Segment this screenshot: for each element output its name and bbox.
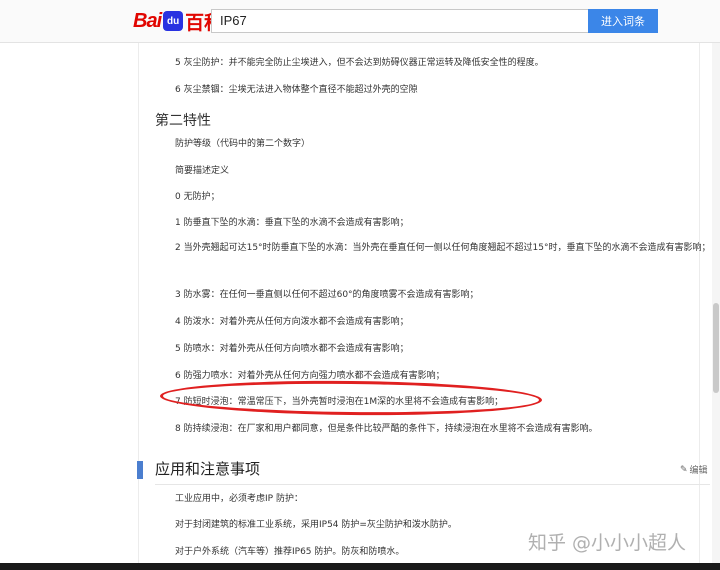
paragraph-water-6: 6 防强力喷水：对着外壳从任何方向强力喷水都不会造成有害影响；: [175, 371, 445, 381]
enter-entry-button[interactable]: 进入词条: [588, 9, 658, 33]
baidu-baike-logo[interactable]: Bai du 百科: [133, 8, 223, 34]
paragraph-dust-5: 5 灰尘防护：并不能完全防止尘埃进入，但不会达到妨碍仪器正常运转及降低安全性的程…: [175, 58, 544, 68]
scrollbar-thumb[interactable]: [713, 303, 719, 393]
paragraph-water-0: 0 无防护；: [175, 192, 220, 202]
paragraph-app-3: 对于户外系统（汽车等）推荐IP65 防护。防灰和防喷水。: [175, 547, 405, 557]
paw-icon: du: [163, 11, 184, 31]
paragraph-water-1: 1 防垂直下坠的水滴：垂直下坠的水滴不会造成有害影响；: [175, 218, 409, 228]
section-accent-bar: [137, 461, 143, 479]
edit-link[interactable]: ✎ 编辑: [680, 463, 708, 477]
paragraph-water-3: 3 防水雾：在任何一垂直侧以任何不超过60°的角度喷雾不会造成有害影响；: [175, 290, 479, 300]
edit-label: 编辑: [689, 466, 708, 476]
paragraph-water-5: 5 防喷水：对着外壳从任何方向喷水都不会造成有害影响；: [175, 344, 409, 354]
paragraph-water-4: 4 防泼水：对着外壳从任何方向泼水都不会造成有害影响；: [175, 317, 409, 327]
paragraph-protect-grade: 防护等级（代码中的第二个数字）: [175, 139, 311, 149]
section-divider: [155, 484, 710, 485]
paragraph-water-8: 8 防持续浸泡：在厂家和用户都同意，但是条件比较严酷的条件下，持续浸泡在水里将不…: [175, 424, 598, 434]
paragraph-app-1: 工业应用中，必须考虑IP 防护：: [175, 494, 303, 504]
scrollbar[interactable]: [712, 43, 720, 570]
paragraph-dust-6: 6 灰尘禁锢：尘埃无法进入物体整个直径不能超过外壳的空隙: [175, 85, 418, 95]
paragraph-app-2: 对于封闭建筑的标准工业系统，采用IP54 防护=灰尘防护和泼水防护。: [175, 520, 457, 530]
top-header: Bai du 百科 IP67 进入词条: [0, 0, 720, 43]
paragraph-brief-definition: 简要描述定义: [175, 166, 230, 176]
bottom-edge: [0, 563, 720, 570]
search-input[interactable]: IP67: [211, 9, 596, 33]
zhihu-watermark: 知乎 @小小小超人: [528, 532, 687, 554]
logo-bai-text: Bai: [133, 9, 162, 32]
pencil-icon: ✎: [680, 464, 688, 475]
paragraph-water-2: 2 当外壳翘起可达15°时防垂直下坠的水滴：当外壳在垂直任何一侧以任何角度翘起不…: [175, 243, 711, 253]
second-characteristic-heading: 第二特性: [155, 113, 211, 129]
application-section-heading: 应用和注意事项: [155, 460, 261, 478]
